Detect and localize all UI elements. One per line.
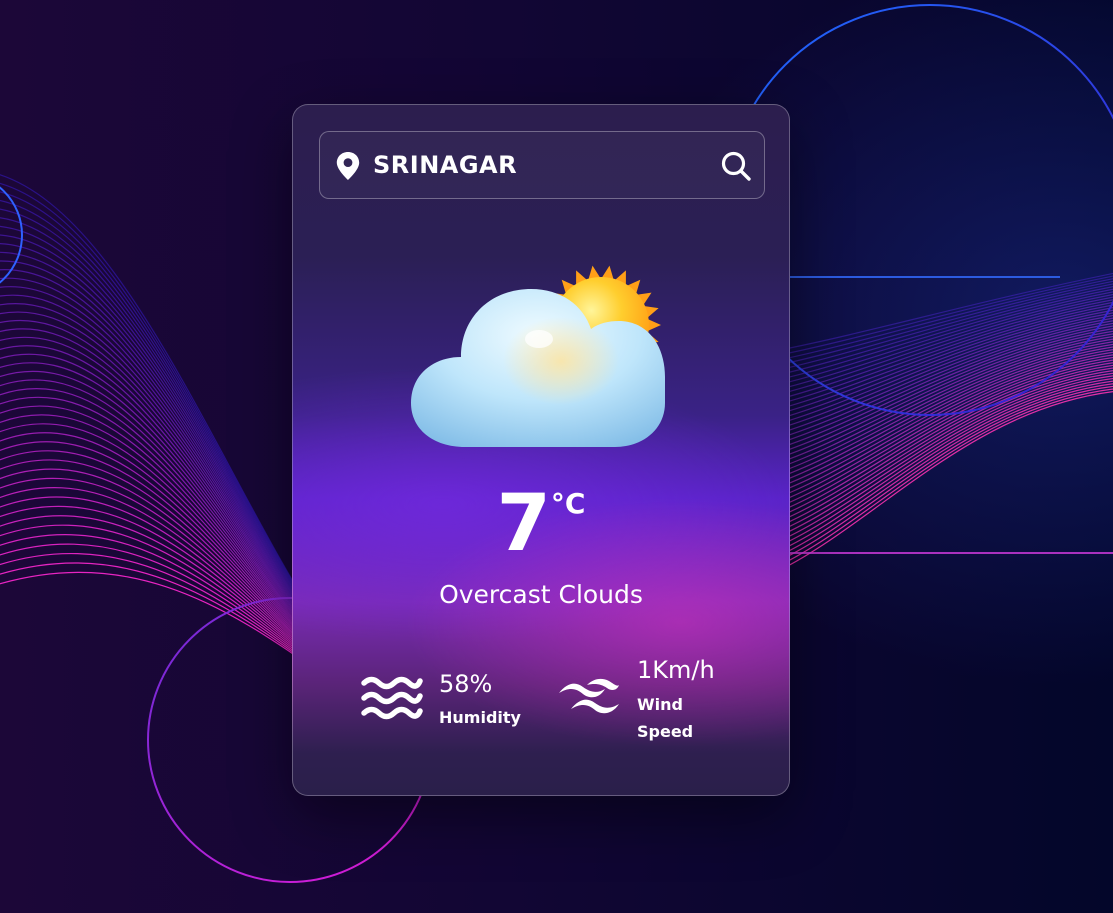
city-search-input[interactable] xyxy=(373,146,693,184)
temperature-display: 7°C xyxy=(293,483,789,565)
waves-icon xyxy=(361,676,423,720)
search-bar xyxy=(319,131,765,199)
temperature-unit: °C xyxy=(550,487,586,520)
humidity-label: Humidity xyxy=(439,708,521,727)
wind-value: 1Km/h xyxy=(637,656,715,684)
wind-icon xyxy=(559,678,619,714)
temperature-value: 7 xyxy=(496,479,551,569)
wind-label-line1: Wind xyxy=(637,695,683,714)
weather-description: Overcast Clouds xyxy=(439,580,643,609)
cloud-sun-icon xyxy=(411,265,665,447)
weather-card: 7°C Overcast Clouds 58% Humidity 1Km/h W… xyxy=(292,104,790,796)
wind-label-line2: Speed xyxy=(637,722,694,741)
humidity-value: 58% xyxy=(439,670,493,698)
location-pin-icon xyxy=(336,152,360,180)
search-icon[interactable] xyxy=(720,150,752,182)
